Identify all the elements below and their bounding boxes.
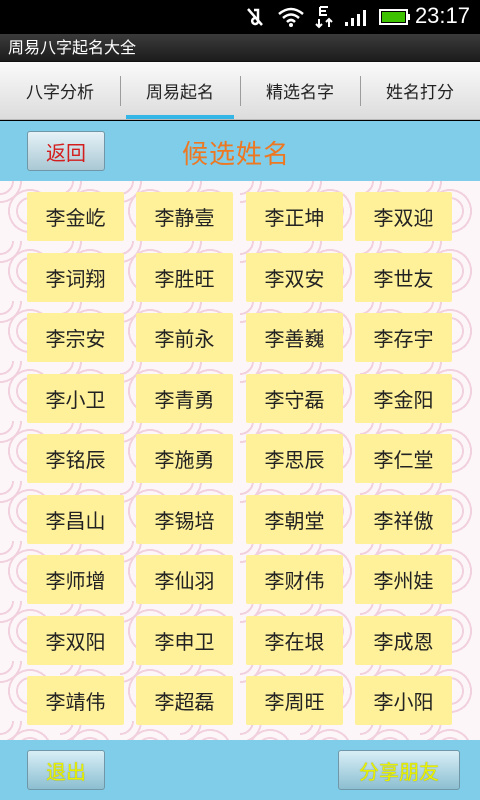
- tab-bar: 八字分析 周易起名 精选名字 姓名打分: [0, 62, 480, 120]
- tab-name-scoring[interactable]: 姓名打分: [360, 62, 480, 119]
- signal-icon: [342, 6, 372, 28]
- name-card[interactable]: 李正坤: [246, 192, 343, 241]
- share-friends-button[interactable]: 分享朋友: [338, 750, 460, 790]
- name-card[interactable]: 李朝堂: [246, 495, 343, 544]
- name-card[interactable]: 李金屹: [27, 192, 124, 241]
- name-card[interactable]: 李州娃: [355, 555, 452, 604]
- wifi-icon: [276, 6, 306, 28]
- name-card[interactable]: 李青勇: [136, 374, 233, 423]
- name-card[interactable]: 李善巍: [246, 313, 343, 362]
- name-card[interactable]: 李小卫: [27, 374, 124, 423]
- name-card[interactable]: 李在垠: [246, 616, 343, 665]
- name-card[interactable]: 李宗安: [27, 313, 124, 362]
- bottom-bar: 退出 分享朋友: [0, 740, 480, 800]
- name-card[interactable]: 李锡培: [136, 495, 233, 544]
- tab-zhouyi-naming[interactable]: 周易起名: [120, 62, 240, 119]
- name-card[interactable]: 李前永: [136, 313, 233, 362]
- name-card[interactable]: 李思辰: [246, 434, 343, 483]
- name-card[interactable]: 李仁堂: [355, 434, 452, 483]
- name-card[interactable]: 李胜旺: [136, 253, 233, 302]
- name-card[interactable]: 李超磊: [136, 676, 233, 725]
- name-card[interactable]: 李铭辰: [27, 434, 124, 483]
- battery-icon: [378, 6, 412, 28]
- candidate-names-panel: 李金屹 李静壹 李正坤 李双迎 李词翔 李胜旺 李双安 李世友 李宗安 李前永 李善巍 李存宇 李小卫李…: [0, 181, 480, 740]
- page-title: 候选姓名: [182, 140, 291, 170]
- name-card[interactable]: 李词翔: [27, 253, 124, 302]
- name-card[interactable]: 李靖伟: [27, 676, 124, 725]
- back-button[interactable]: 返回: [27, 131, 105, 171]
- tab-bazi-analysis[interactable]: 八字分析: [0, 62, 120, 119]
- status-bar: 23:17: [0, 0, 480, 34]
- name-card[interactable]: 李财伟: [246, 555, 343, 604]
- name-card[interactable]: 李祥傲: [355, 495, 452, 544]
- clock: 23:17: [414, 3, 470, 28]
- name-card[interactable]: 李双安: [246, 253, 343, 302]
- name-card[interactable]: 李周旺: [246, 676, 343, 725]
- name-card[interactable]: 李仙羽: [136, 555, 233, 604]
- name-card[interactable]: 李存宇: [355, 313, 452, 362]
- name-card[interactable]: 李静壹: [136, 192, 233, 241]
- name-card[interactable]: 李双迎: [355, 192, 452, 241]
- name-grid: 李金屹 李静壹 李正坤 李双迎 李词翔 李胜旺 李双安 李世友 李宗安 李前永 李善巍 李存宇 李小卫李…: [0, 181, 480, 740]
- name-card[interactable]: 李申卫: [136, 616, 233, 665]
- exit-button[interactable]: 退出: [27, 750, 105, 790]
- name-card[interactable]: 李金阳: [355, 374, 452, 423]
- app-title: 周易八字起名大全: [0, 34, 480, 62]
- tab-selected-names[interactable]: 精选名字: [240, 62, 360, 119]
- name-card[interactable]: 李成恩: [355, 616, 452, 665]
- header-bar: 返回 候选姓名: [0, 121, 480, 181]
- data-e-icon: [312, 6, 336, 29]
- mute-icon: [243, 6, 267, 28]
- name-card[interactable]: 李世友: [355, 253, 452, 302]
- name-card[interactable]: 李守磊: [246, 374, 343, 423]
- name-card[interactable]: 李昌山: [27, 495, 124, 544]
- name-card[interactable]: 李施勇: [136, 434, 233, 483]
- name-card[interactable]: 李双阳: [27, 616, 124, 665]
- name-card[interactable]: 李小阳: [355, 676, 452, 725]
- name-card[interactable]: 李师增: [27, 555, 124, 604]
